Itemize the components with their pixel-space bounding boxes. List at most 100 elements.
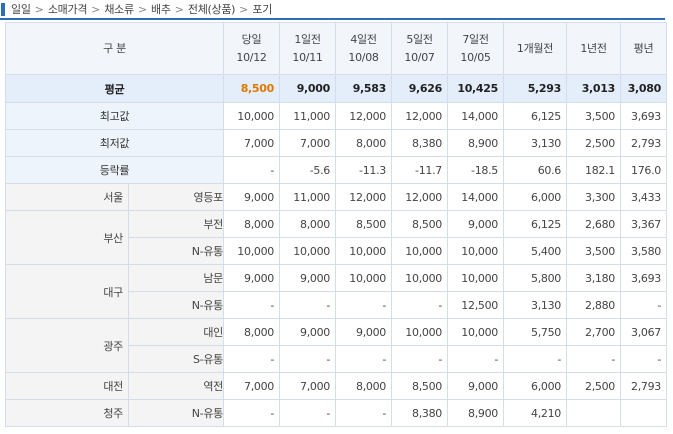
market-cell: 역전 (128, 372, 224, 400)
price-cell: - (335, 291, 392, 319)
price-cell (566, 399, 621, 427)
price-cell: 10,000 (335, 237, 392, 265)
summary-cell: 9,000 (279, 74, 336, 103)
summary-row: 등락률 - -5.6 -11.3 -11.7 -18.5 60.6 182.1 176.0 (5, 156, 667, 184)
column-header-date: 10/08 (348, 50, 379, 64)
summary-cell: 9,583 (335, 74, 392, 103)
column-header-period: 평년 (633, 41, 654, 55)
price-cell: 8,500 (335, 210, 392, 238)
price-cell: 2,500 (566, 372, 621, 400)
breadcrumb-separator: > (137, 2, 148, 16)
breadcrumb-item[interactable]: 전체(상품) (188, 1, 236, 17)
price-cell: 9,000 (279, 318, 336, 346)
price-table: 구 분 당일 10/12 1일전 10/11 4일전 10/08 5일전 10/07 7일전 10/… (5, 22, 667, 427)
column-header-period: 7일전 (462, 32, 489, 46)
price-cell: - (223, 291, 280, 319)
price-cell: 7,000 (279, 372, 336, 400)
market-row: 부산 부전 8,000 8,000 8,500 8,500 9,000 6,125 2,680 3… (5, 210, 667, 265)
price-cell: 3,300 (566, 183, 621, 211)
price-cell: 3,067 (620, 318, 667, 346)
price-cell: - (335, 345, 392, 373)
price-cell: 2,680 (566, 210, 621, 238)
summary-cell: 2,500 (566, 129, 621, 157)
price-cell: 9,000 (223, 183, 280, 211)
price-cell: 10,000 (279, 237, 336, 265)
price-cell: 14,000 (447, 183, 504, 211)
summary-row: 평균 8,500 9,000 9,583 9,626 10,425 5,293 3,013 3,… (5, 74, 667, 103)
market-row: 대전 역전 7,000 7,000 8,000 8,500 9,000 6,000 2,500 2… (5, 372, 667, 400)
summary-cell: -5.6 (279, 156, 336, 184)
breadcrumb-item[interactable]: 일일 (11, 1, 31, 17)
summary-cell: 5,293 (503, 74, 567, 103)
price-cell: - (566, 345, 621, 373)
summary-cell: 3,013 (566, 74, 621, 103)
column-header-date: 10/12 (236, 50, 267, 64)
price-cell: 9,000 (447, 372, 504, 400)
price-cell: 8,380 (391, 399, 448, 427)
summary-row: 최저값 7,000 7,000 8,000 8,380 8,900 3,130 2,500 2,… (5, 129, 667, 157)
price-cell: 9,000 (223, 264, 280, 292)
market-cell: 영등포 (128, 183, 224, 211)
column-header: 7일전 10/05 (447, 22, 504, 75)
price-cell: 8,500 (391, 210, 448, 238)
price-cell: - (335, 399, 392, 427)
breadcrumb-item[interactable]: 소매가격 (48, 1, 88, 17)
summary-cell: -11.3 (335, 156, 392, 184)
price-cell: 8,000 (335, 372, 392, 400)
breadcrumb-separator: > (91, 2, 101, 16)
summary-cell: 8,380 (391, 129, 448, 157)
column-header-period: 1년전 (580, 41, 607, 55)
column-header-period: 당일 (241, 32, 262, 46)
price-cell: 3,693 (620, 264, 667, 292)
breadcrumb-separator: > (174, 2, 184, 16)
column-header-date: 10/05 (460, 50, 491, 64)
price-cell: 3,500 (566, 237, 621, 265)
header-label: 구 분 (5, 22, 224, 75)
price-cell: 8,000 (223, 318, 280, 346)
price-cell: 8,900 (447, 399, 504, 427)
summary-label: 최저값 (5, 129, 224, 157)
price-cell: 10,000 (391, 264, 448, 292)
price-cell: 3,130 (503, 291, 567, 319)
price-cell: 10,000 (391, 237, 448, 265)
summary-cell: - (223, 156, 280, 184)
price-cell: 5,400 (503, 237, 567, 265)
price-cell: 10,000 (447, 264, 504, 292)
price-cell: 5,750 (503, 318, 567, 346)
breadcrumb-item[interactable]: 채소류 (104, 1, 134, 17)
market-row: 광주 대인 8,000 9,000 9,000 10,000 10,000 5,750 2,70… (5, 318, 667, 373)
price-cell: - (447, 345, 504, 373)
price-cell: 10,000 (223, 237, 280, 265)
summary-cell: -11.7 (391, 156, 448, 184)
summary-cell: 7,000 (223, 129, 280, 157)
breadcrumb-separator: > (34, 2, 44, 16)
summary-cell: 3,500 (566, 102, 621, 130)
header-row: 구 분 당일 10/12 1일전 10/11 4일전 10/08 5일전 10/07 7일전 10/… (5, 22, 667, 75)
price-cell: 5,800 (503, 264, 567, 292)
summary-cell: 8,000 (335, 129, 392, 157)
summary-cell: 7,000 (279, 129, 336, 157)
price-cell: 9,000 (279, 264, 336, 292)
summary-cell: 12,000 (335, 102, 392, 130)
price-cell: 3,367 (620, 210, 667, 238)
price-cell: 2,793 (620, 372, 667, 400)
summary-label: 최고값 (5, 102, 224, 130)
summary-cell: 14,000 (447, 102, 504, 130)
breadcrumb-item[interactable]: 포기 (252, 1, 272, 17)
column-header: 평년 (620, 22, 667, 75)
summary-label: 등락률 (5, 156, 224, 184)
price-cell: 3,433 (620, 183, 667, 211)
column-header: 1개월전 (503, 22, 567, 75)
column-header: 4일전 10/08 (335, 22, 392, 75)
city-cell: 서울 (5, 183, 129, 211)
market-cell: 남문 (128, 264, 224, 292)
summary-label: 평균 (5, 74, 224, 103)
summary-cell: 3,693 (620, 102, 667, 130)
market-cell: N-유통 (128, 291, 224, 319)
price-cell: 8,500 (391, 372, 448, 400)
column-header-date: 10/07 (404, 50, 435, 64)
price-cell: - (620, 345, 667, 373)
summary-cell: 182.1 (566, 156, 621, 184)
breadcrumb-item[interactable]: 배추 (151, 1, 171, 17)
column-header-date: 10/11 (292, 50, 323, 64)
